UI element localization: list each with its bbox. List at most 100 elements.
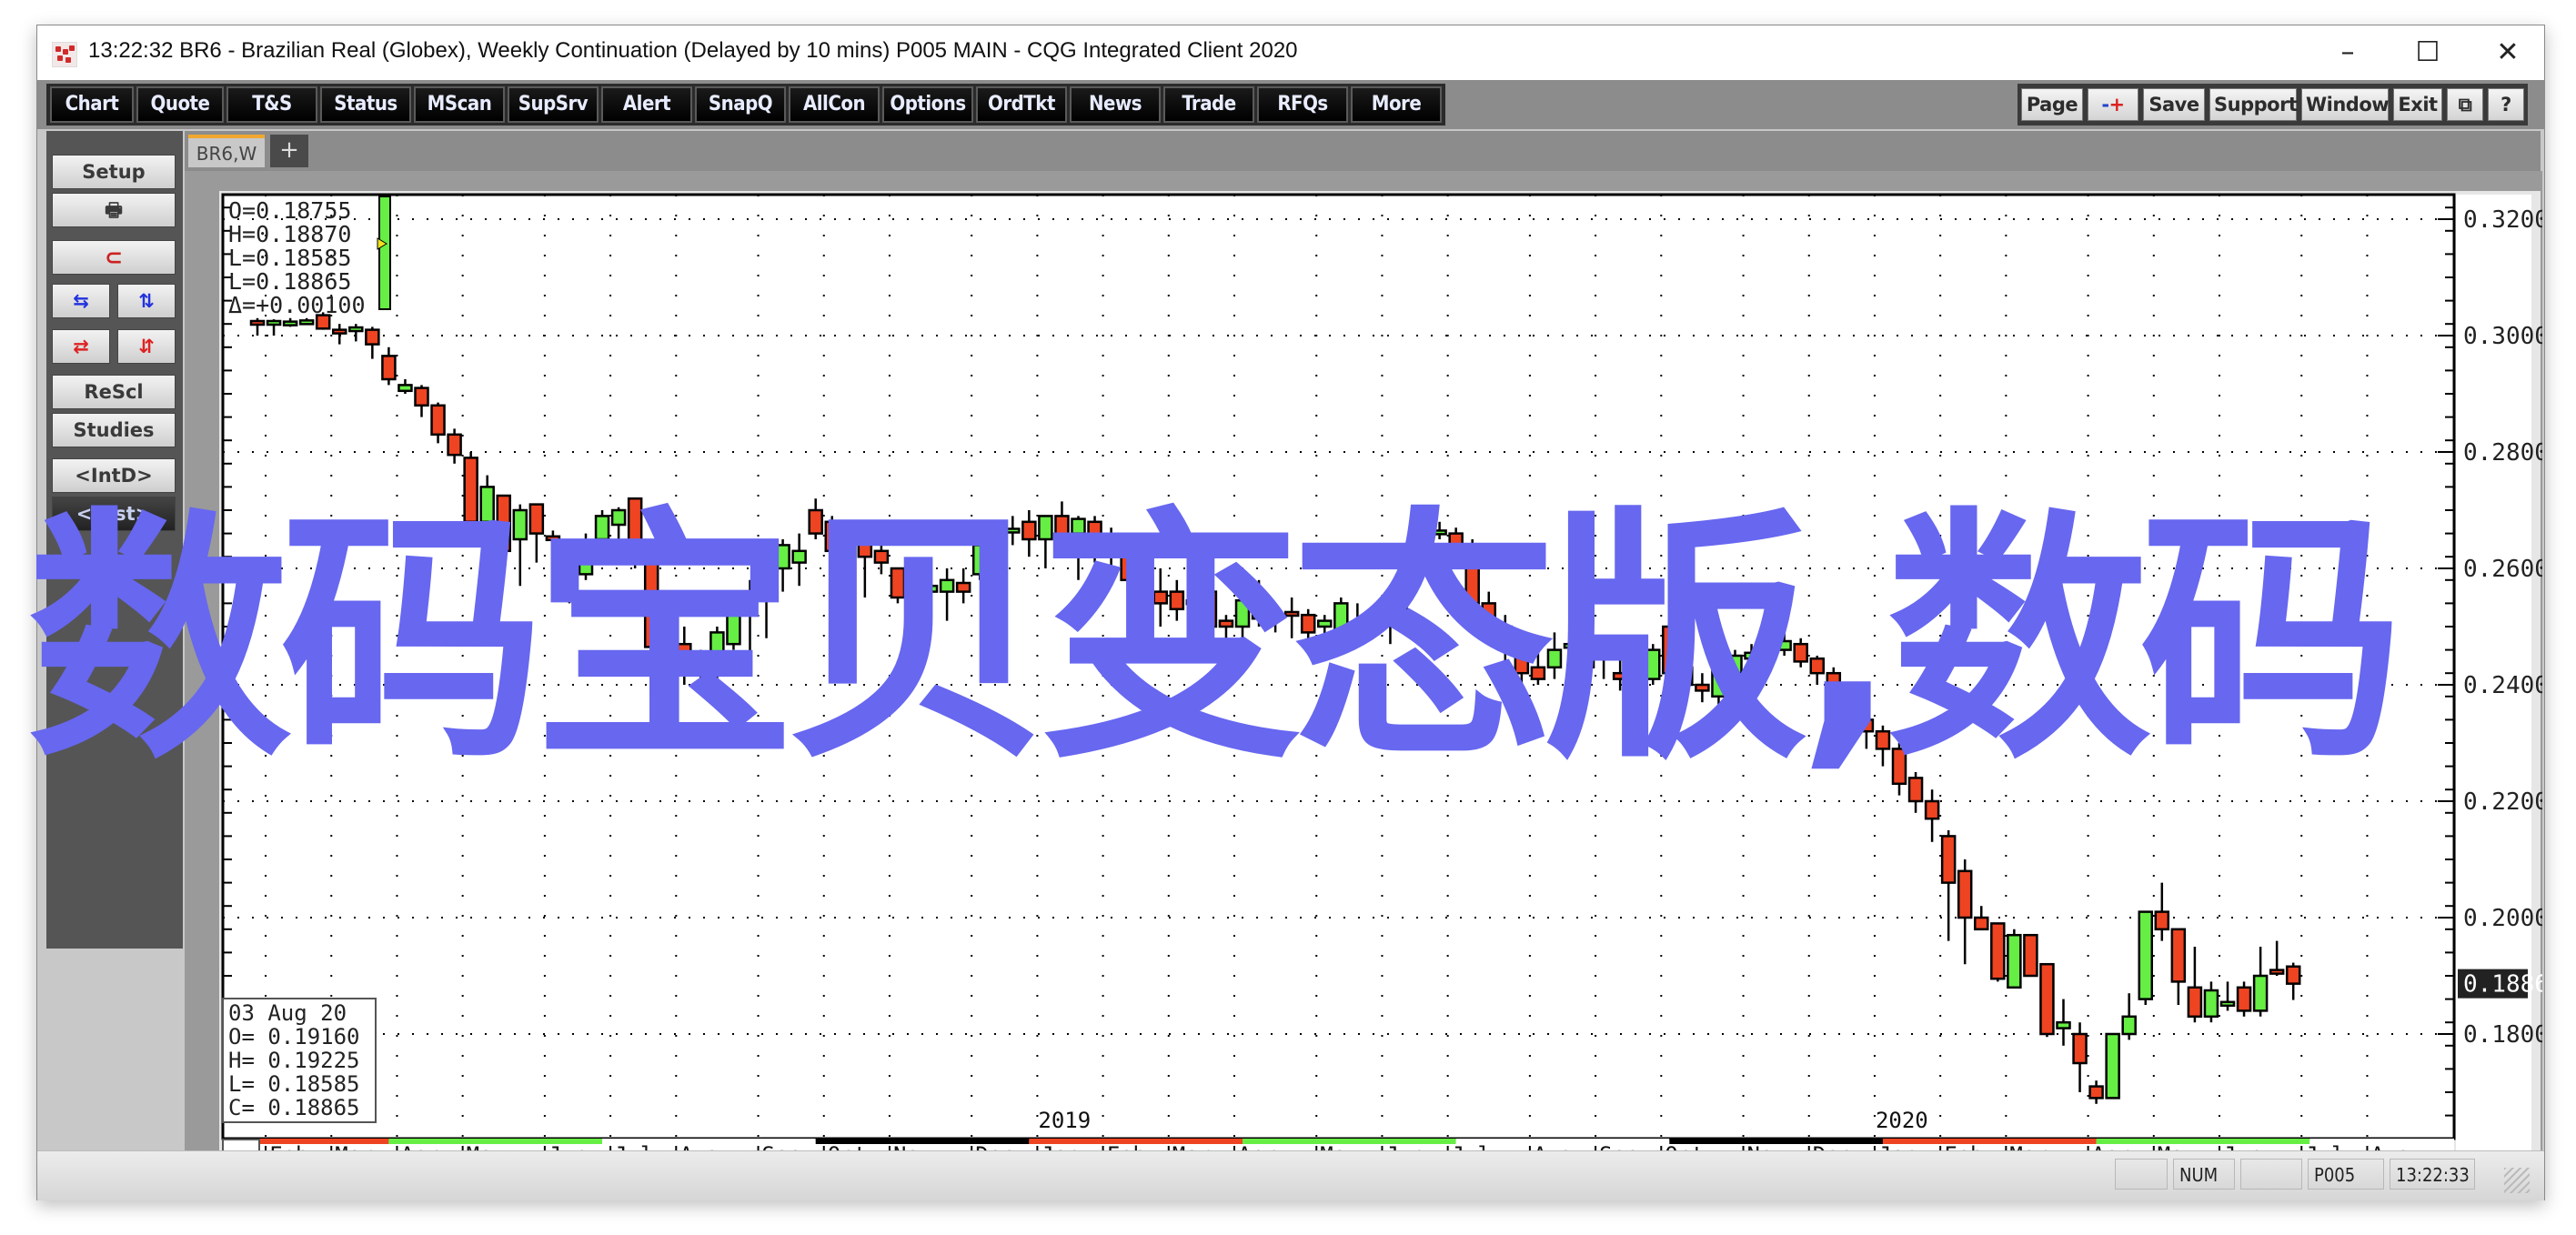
time-and-sales-button[interactable]: T&S (226, 86, 317, 123)
candle-body-up (1563, 642, 1579, 649)
trade-button[interactable]: Trade (1163, 86, 1254, 123)
plus-icon: + (2108, 94, 2126, 115)
candle-body-up (1350, 625, 1365, 634)
candle-body-up (1267, 613, 1283, 620)
candle-body-down (643, 555, 659, 648)
candle-body-up (1383, 602, 1398, 617)
maximize-button[interactable]: ☐ (2400, 31, 2455, 75)
candle-body-up (1711, 666, 1726, 698)
candle-body-up (1727, 654, 1743, 675)
options-button[interactable]: Options (882, 86, 973, 123)
candle-body-down (1907, 777, 1924, 803)
candle-body-up (2105, 1032, 2120, 1099)
candle (890, 567, 906, 604)
window-button[interactable]: Window (2301, 88, 2390, 121)
candle-body-down (2269, 969, 2285, 975)
close-button[interactable]: ✕ (2480, 31, 2535, 75)
quote-button[interactable]: Quote (136, 86, 224, 123)
print-button[interactable]: 🖶 (52, 193, 176, 227)
candle-body-up (348, 326, 364, 333)
candle-body-down (1481, 602, 1496, 628)
candle-body-up (512, 508, 528, 541)
supsrv-button[interactable]: SupSrv (508, 86, 599, 123)
compress-vertical-button[interactable]: ⇅ (117, 284, 176, 318)
candle-body-down (1202, 590, 1218, 628)
status-button[interactable]: Status (320, 86, 411, 123)
candle-body-down (2039, 962, 2055, 1036)
candle-body-down (1136, 578, 1152, 593)
candle-body-down (1464, 544, 1480, 605)
expand-horizontal-button[interactable]: ⇄ (52, 329, 110, 364)
magnet-button[interactable]: ⊂ (52, 240, 176, 275)
candle-body-down (1793, 642, 1808, 663)
candle-body-down (430, 404, 446, 437)
candle-body-up (989, 526, 1004, 535)
help-button[interactable]: ? (2488, 88, 2524, 121)
price-tick-label: 0.18000 (2463, 1021, 2542, 1049)
candle-body-up (775, 544, 790, 570)
candle-body-up (726, 596, 741, 646)
historical-button[interactable]: <Hist> (52, 497, 176, 531)
candle-body-down (1514, 654, 1530, 675)
candle-body-down (1300, 613, 1316, 634)
price-tick-label: 0.32000 (2463, 206, 2542, 234)
candle-body-up (1628, 642, 1645, 687)
tab-br6-weekly[interactable]: BR6,W (188, 135, 265, 167)
ordtkt-button[interactable]: OrdTkt (976, 86, 1067, 123)
candle-body-up (971, 544, 988, 576)
printer-icon: 🖶 (105, 199, 123, 221)
candle (1842, 685, 1858, 726)
candle-body-down (496, 494, 511, 553)
candle-body-up (2203, 989, 2219, 1019)
cursor-data-line: L= 0.18585 (228, 1071, 360, 1097)
candle-body-up (939, 578, 955, 593)
resize-grip[interactable] (2504, 1168, 2530, 1193)
intraday-button[interactable]: <IntD> (52, 458, 176, 493)
candle-body-down (381, 355, 397, 381)
snapq-button[interactable]: SnapQ (695, 86, 786, 123)
page-button[interactable]: Page (2021, 88, 2083, 121)
horizontal-expand-icon: ⇄ (73, 336, 89, 357)
alert-button[interactable]: Alert (601, 86, 692, 123)
candle-body-down (1120, 555, 1135, 582)
candle-body-down (1497, 625, 1514, 651)
add-tab-button[interactable]: + (270, 135, 308, 167)
candle-body-up (1415, 537, 1431, 558)
mscan-button[interactable]: MScan (414, 86, 505, 123)
candle-body-down (873, 549, 890, 564)
candle-body-up (1546, 648, 1563, 669)
candle-body-up (1333, 602, 1349, 640)
studies-button[interactable]: Studies (52, 413, 176, 447)
minimize-button[interactable]: – (2320, 31, 2375, 75)
support-button[interactable]: Support (2209, 88, 2298, 121)
zoom-minus-plus-button[interactable]: -+ (2088, 88, 2138, 121)
magnet-icon: ⊂ (104, 245, 124, 270)
candle-body-up (906, 590, 922, 597)
candle-body-down (1940, 835, 1957, 884)
save-button[interactable]: Save (2143, 88, 2205, 121)
rfqs-button[interactable]: RFQs (1257, 86, 1348, 123)
allcon-button[interactable]: AllCon (789, 86, 880, 123)
app-window: 13:22:32 BR6 - Brazilian Real (Globex), … (36, 25, 2545, 1200)
chart-tab-row: BR6,W + (185, 131, 2541, 171)
plot-area (221, 193, 2456, 1140)
compress-horizontal-button[interactable]: ⇆ (52, 284, 110, 318)
candle-body-up (479, 486, 495, 524)
candle (2105, 1032, 2120, 1099)
candle-body-up (1432, 529, 1447, 536)
expand-vertical-button[interactable]: ⇵ (117, 329, 176, 364)
setup-button[interactable]: Setup (52, 155, 176, 189)
candlestick-chart[interactable]: 0.32000 0.30000 0.28000 0.26000 0.24000 0.220… (185, 171, 2542, 1175)
candle (2007, 929, 2022, 989)
rescale-button[interactable]: ReScl (52, 375, 176, 409)
candle-body-down (1612, 671, 1628, 680)
chart-button[interactable]: Chart (50, 86, 134, 123)
candle-body-down (1842, 689, 1858, 721)
news-button[interactable]: News (1070, 86, 1161, 123)
more-button[interactable]: More (1351, 86, 1442, 123)
exit-button[interactable]: Exit (2393, 88, 2442, 121)
price-tick-label: 0.24000 (2463, 672, 2542, 699)
restore-window-icon[interactable]: ⧉ (2447, 88, 2483, 121)
left-panel-empty-area (46, 949, 183, 1175)
candle-body-down (824, 520, 840, 553)
